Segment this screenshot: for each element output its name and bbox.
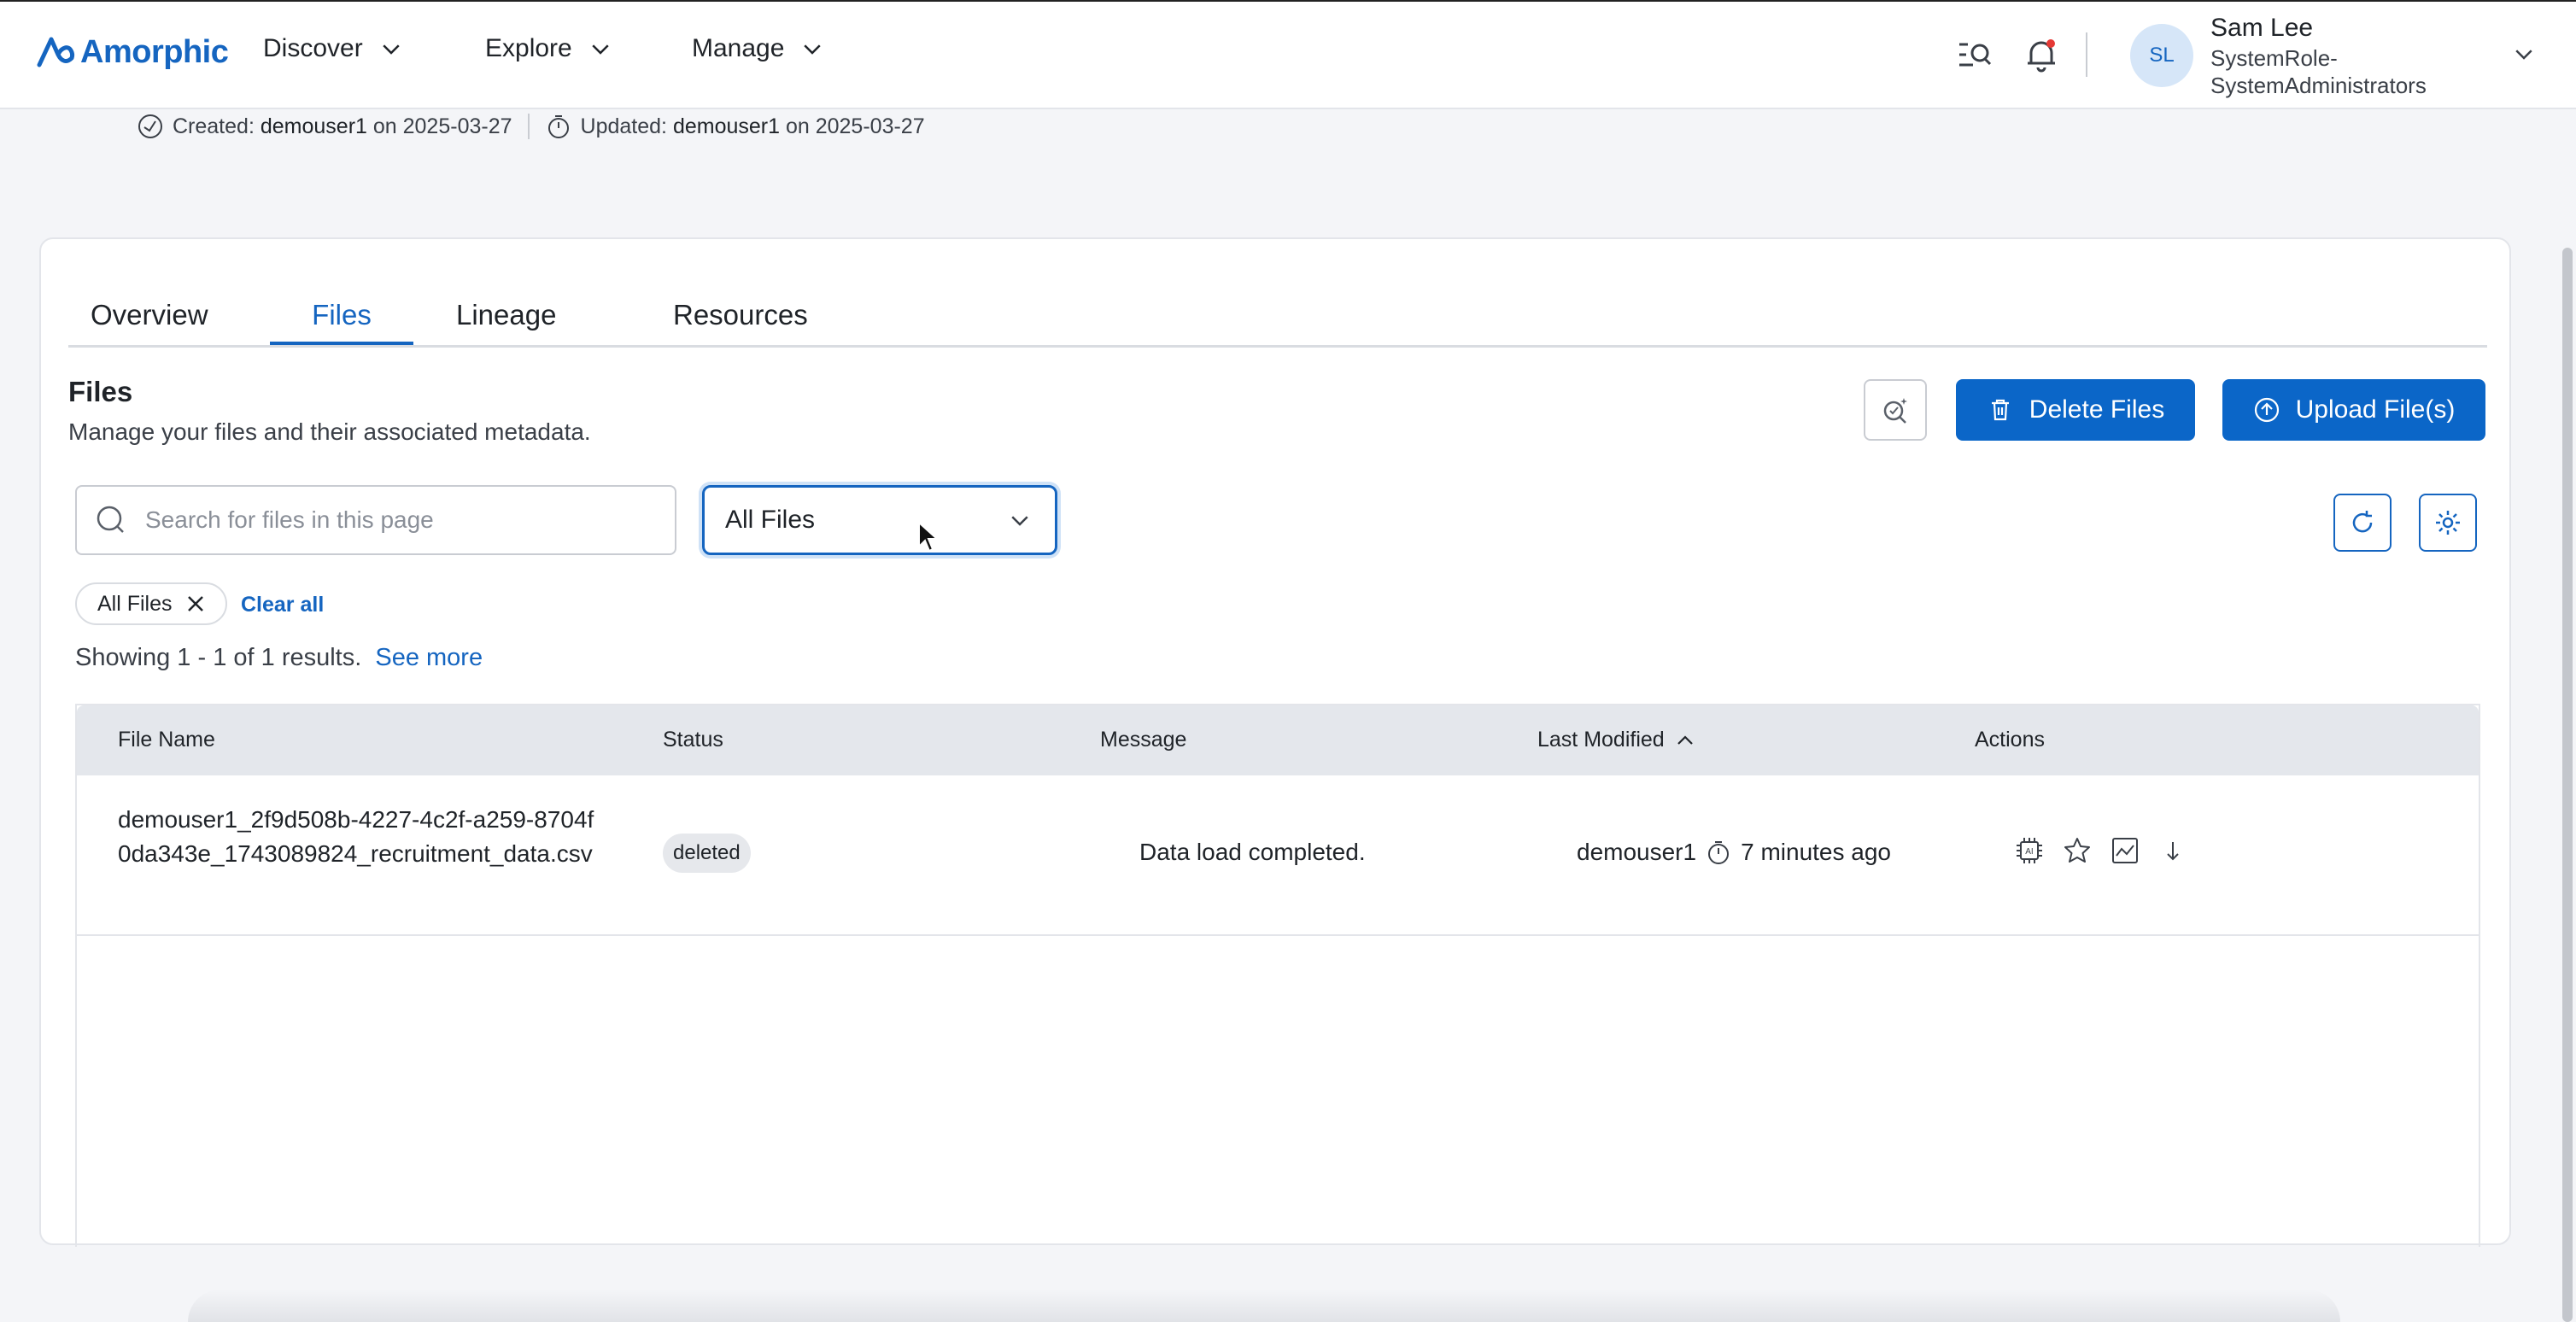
star-icon[interactable]	[2062, 835, 2093, 866]
dataset-meta: Created: demouser1 on 2025-03-27 Updated…	[137, 113, 925, 140]
download-arrow-icon[interactable]	[2157, 835, 2188, 866]
trash-icon	[1991, 399, 2009, 421]
status-badge: deleted	[663, 834, 751, 873]
search-input[interactable]	[143, 506, 625, 535]
file-filter-value: All Files	[725, 506, 816, 534]
files-section-title: Files	[68, 376, 133, 407]
bottom-panel-shadow	[188, 1290, 2340, 1322]
mouse-cursor-icon	[918, 521, 940, 553]
updated-prefix: Updated:	[580, 114, 667, 138]
created-on: on 2025-03-27	[372, 114, 512, 138]
filter-chip-all-files: All Files	[75, 582, 227, 625]
clear-all-link[interactable]: Clear all	[241, 593, 324, 617]
user-name: Sam Lee	[2210, 14, 2314, 42]
upload-files-label: Upload File(s)	[2295, 395, 2456, 424]
table-header: File Name Status Message Last Modified A…	[77, 705, 2479, 775]
message-cell: Data load completed.	[1139, 839, 1366, 865]
file-filter-select[interactable]: All Files	[702, 485, 1057, 555]
upload-icon	[2254, 397, 2279, 423]
meta-divider	[527, 114, 530, 139]
column-header-message[interactable]: Message	[1100, 728, 1186, 752]
tab-bar: Overview Files Lineage Resources	[68, 287, 2487, 348]
ai-search-icon	[1883, 398, 1907, 424]
nav-discover-label: Discover	[263, 34, 363, 62]
settings-button[interactable]	[2419, 494, 2477, 552]
page-scrollbar-thumb[interactable]	[2562, 248, 2573, 1322]
see-more-link[interactable]: See more	[375, 644, 483, 671]
column-header-file-name[interactable]: File Name	[118, 728, 215, 752]
nav-manage-label: Manage	[692, 34, 785, 62]
logo-text: Amorphic	[80, 33, 229, 70]
tab-files[interactable]: Files	[270, 287, 413, 345]
gear-icon	[2436, 511, 2460, 535]
notification-dot-icon	[2046, 39, 2055, 48]
tab-resources[interactable]: Resources	[673, 287, 861, 345]
user-role: SystemRole-SystemAdministrators	[2210, 45, 2427, 98]
sort-ascending-icon[interactable]	[1673, 728, 1697, 752]
dataset-detail-card: Overview Files Lineage Resources Files M…	[39, 237, 2511, 1247]
stopwatch-icon	[547, 115, 569, 138]
chevron-down-icon	[592, 44, 609, 55]
chart-icon[interactable]	[2110, 835, 2140, 866]
column-header-last-modified[interactable]: Last Modified	[1537, 728, 1697, 752]
avatar[interactable]: SL	[2130, 24, 2193, 87]
modified-by: demouser1	[1577, 839, 1697, 865]
search-icon	[97, 506, 124, 533]
files-table: File Name Status Message Last Modified A…	[75, 704, 2480, 1247]
header-divider	[2086, 32, 2087, 77]
ai-chip-icon[interactable]: AI	[2014, 835, 2045, 866]
close-icon[interactable]	[184, 593, 207, 615]
column-header-actions: Actions	[1975, 728, 2045, 752]
modified-ago: 7 minutes ago	[1741, 839, 1891, 865]
row-actions: AI	[2014, 835, 2188, 866]
chevron-down-icon	[804, 44, 822, 55]
refresh-button[interactable]	[2333, 494, 2392, 552]
stopwatch-icon	[1708, 841, 1730, 864]
nav-explore-label: Explore	[485, 34, 572, 62]
nav-discover[interactable]: Discover	[263, 34, 404, 63]
ai-search-button[interactable]	[1864, 379, 1927, 441]
nav-explore[interactable]: Explore	[485, 34, 613, 63]
results-count-text: Showing 1 - 1 of 1 results.	[75, 644, 362, 671]
chevron-down-icon	[1011, 516, 1028, 526]
upload-files-button[interactable]: Upload File(s)	[2222, 379, 2485, 441]
chevron-down-icon	[383, 44, 400, 55]
last-modified-cell: demouser1 7 minutes ago	[1577, 839, 1891, 866]
svg-text:AI: AI	[2025, 847, 2033, 857]
file-name-cell: demouser1_2f9d508b-4227-4c2f-a259-8704f0…	[118, 806, 594, 867]
created-by: demouser1	[260, 114, 367, 138]
nav-manage[interactable]: Manage	[692, 34, 825, 63]
delete-files-button[interactable]: Delete Files	[1956, 379, 2195, 441]
created-prefix: Created:	[173, 114, 255, 138]
files-section-description: Manage your files and their associated m…	[68, 418, 591, 445]
refresh-icon	[2352, 511, 2373, 533]
search-list-icon[interactable]	[1956, 36, 1993, 73]
notification-bell-icon[interactable]	[2023, 36, 2060, 73]
amorphic-logo-icon	[37, 37, 74, 67]
clock-icon	[138, 114, 162, 138]
updated-by: demouser1	[672, 114, 781, 138]
top-navigation-bar: Amorphic Discover Explore Manage SL Sam …	[0, 0, 2576, 109]
file-search-box[interactable]	[75, 485, 676, 555]
tab-overview[interactable]: Overview	[80, 287, 268, 345]
tab-lineage[interactable]: Lineage	[456, 287, 627, 345]
amorphic-logo[interactable]: Amorphic	[36, 32, 229, 72]
table-row[interactable]: demouser1_2f9d508b-4227-4c2f-a259-8704f0…	[77, 775, 2479, 936]
updated-on: on 2025-03-27	[785, 114, 925, 138]
column-header-last-modified-label: Last Modified	[1537, 728, 1665, 752]
user-menu-chevron-down-icon[interactable]	[2511, 41, 2537, 67]
filter-chip-label: All Files	[97, 591, 173, 616]
column-header-status[interactable]: Status	[663, 728, 723, 752]
delete-files-label: Delete Files	[2029, 395, 2165, 424]
results-summary: Showing 1 - 1 of 1 results. See more	[75, 644, 483, 672]
